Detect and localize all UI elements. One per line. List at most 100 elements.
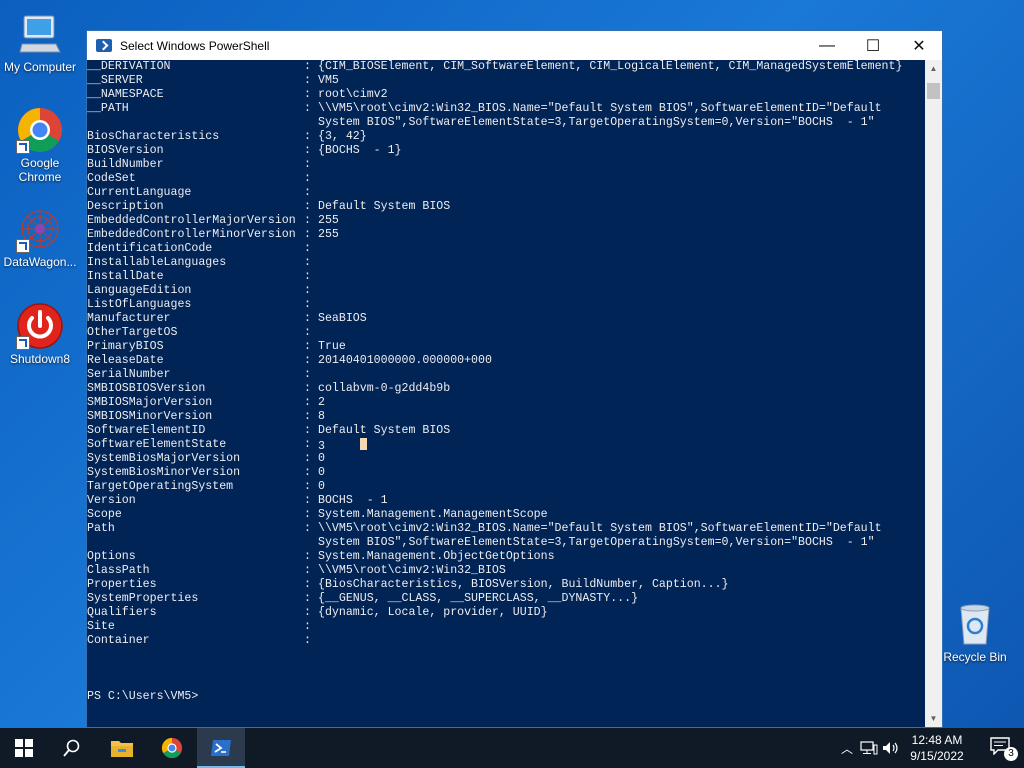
property-separator: : — [304, 452, 311, 465]
property-value: \\VM5\root\cimv2:Win32_BIOS — [318, 564, 925, 578]
property-value-text: 255 — [318, 214, 339, 227]
property-separator: : — [304, 382, 311, 395]
property-separator: : — [304, 284, 311, 297]
desktop-icon-my-computer[interactable]: My Computer — [0, 10, 80, 74]
scrollbar-thumb[interactable] — [927, 83, 940, 99]
start-button[interactable] — [0, 728, 48, 768]
console-line: OtherTargetOS: — [87, 326, 925, 340]
property-value — [318, 172, 925, 186]
clock[interactable]: 12:48 AM 9/15/2022 — [902, 732, 972, 764]
command-prompt[interactable]: PS C:\Users\VM5> — [87, 690, 925, 704]
console-line: __NAMESPACE: root\cimv2 — [87, 88, 925, 102]
taskbar-file-explorer[interactable] — [98, 728, 146, 768]
property-value — [318, 634, 925, 648]
search-button[interactable] — [48, 728, 96, 768]
property-name: SoftwareElementID — [87, 424, 206, 437]
taskbar-powershell[interactable] — [197, 728, 245, 768]
property-name: ClassPath — [87, 564, 150, 577]
property-value: Default System BIOS — [318, 200, 925, 214]
vertical-scrollbar[interactable]: ▲ ▼ — [925, 60, 942, 727]
property-name: SystemBiosMinorVersion — [87, 466, 241, 479]
property-separator: : — [304, 214, 311, 227]
title-bar[interactable]: Select Windows PowerShell — ☐ ✕ — [87, 31, 942, 60]
close-button[interactable]: ✕ — [896, 31, 942, 60]
console-line: Options: System.Management.ObjectGetOptio… — [87, 550, 925, 564]
property-value-text: \\VM5\root\cimv2:Win32_BIOS.Name="Defaul… — [318, 522, 882, 535]
property-name: ListOfLanguages — [87, 298, 192, 311]
property-value: {dynamic, Locale, provider, UUID} — [318, 606, 925, 620]
console-line: Description: Default System BIOS — [87, 200, 925, 214]
console-line: SMBIOSMajorVersion:2 — [87, 396, 925, 410]
property-value: 0 — [318, 452, 925, 466]
power-icon — [16, 302, 64, 350]
network-icon[interactable] — [860, 741, 878, 755]
property-value: 2 — [318, 396, 925, 410]
property-name: SerialNumber — [87, 368, 171, 381]
windows-start-icon — [15, 739, 33, 757]
property-value: 0 — [318, 480, 925, 494]
property-value-text: Default System BIOS — [318, 200, 451, 213]
property-separator: : — [304, 200, 311, 213]
property-name: LanguageEdition — [87, 284, 192, 297]
console-line: SoftwareElementID: Default System BIOS — [87, 424, 925, 438]
computer-icon — [16, 10, 64, 58]
desktop-icon-datawagon[interactable]: DataWagon... — [0, 205, 80, 269]
console-line: PrimaryBIOS: True — [87, 340, 925, 354]
scroll-up-arrow-icon[interactable]: ▲ — [925, 60, 942, 77]
property-value-text: System BIOS",SoftwareElementState=3,Targ… — [318, 536, 875, 549]
property-name — [87, 536, 304, 550]
console-line: InstallableLanguages: — [87, 256, 925, 270]
minimize-button[interactable]: — — [804, 31, 850, 60]
property-value: {BiosCharacteristics, BIOSVersion, Build… — [318, 578, 925, 592]
maximize-button[interactable]: ☐ — [850, 31, 896, 60]
property-separator: : — [304, 74, 311, 87]
desktop-icon-label: Recycle Bin — [943, 650, 1007, 664]
scroll-down-arrow-icon[interactable]: ▼ — [925, 710, 942, 727]
desktop-icon-shutdown8[interactable]: Shutdown8 — [0, 302, 80, 366]
shortcut-arrow-icon — [16, 239, 30, 253]
property-value — [318, 620, 925, 634]
property-name: CodeSet — [87, 172, 136, 185]
show-hidden-icons-chevron-icon[interactable]: ︿ — [838, 740, 856, 757]
taskbar-chrome[interactable] — [148, 728, 196, 768]
property-separator: : — [304, 522, 311, 535]
property-name: OtherTargetOS — [87, 326, 178, 339]
property-name: SMBIOSMinorVersion — [87, 410, 213, 423]
property-value: SeaBIOS — [318, 312, 925, 326]
property-name: Container — [87, 634, 150, 647]
property-separator: : — [304, 592, 311, 605]
property-separator: : — [304, 158, 311, 171]
property-value-text: 0 — [318, 452, 325, 465]
console-line: Scope: System.Management.ManagementScope — [87, 508, 925, 522]
property-value: collabvm-0-g2dd4b9b — [318, 382, 925, 396]
property-value: 8 — [318, 410, 925, 424]
action-center-button[interactable]: 3 — [990, 737, 1018, 761]
desktop-icon-google-chrome[interactable]: Google Chrome — [0, 106, 80, 184]
property-value: 0 — [318, 466, 925, 480]
property-name: EmbeddedControllerMinorVersion — [87, 228, 296, 241]
console-line: LanguageEdition: — [87, 284, 925, 298]
property-separator: : — [304, 564, 311, 577]
console-line: ClassPath: \\VM5\root\cimv2:Win32_BIOS — [87, 564, 925, 578]
volume-icon[interactable] — [882, 741, 900, 755]
property-name: InstallDate — [87, 270, 164, 283]
property-value-text: 0 — [318, 466, 325, 479]
console-line: SystemProperties: {__GENUS, __CLASS, __SU… — [87, 592, 925, 606]
property-name: BIOSVersion — [87, 144, 164, 157]
property-separator: : — [304, 256, 311, 269]
desktop-icon-recycle-bin[interactable]: Recycle Bin — [935, 600, 1015, 664]
property-value — [318, 242, 925, 256]
console-output[interactable]: __DERIVATION: {CIM_BIOSElement, CIM_Softw… — [87, 60, 925, 727]
shortcut-arrow-icon — [16, 140, 30, 154]
property-name: IdentificationCode — [87, 242, 213, 255]
property-value-text: 255 — [318, 228, 339, 241]
chrome-icon — [16, 106, 64, 154]
property-value-text: {3, 42} — [318, 130, 367, 143]
property-separator: : — [304, 326, 311, 339]
console-line: BIOSVersion: {BOCHS - 1} — [87, 144, 925, 158]
console-line: SystemBiosMinorVersion:0 — [87, 466, 925, 480]
property-name: Path — [87, 522, 115, 535]
console-line: __SERVER: VM5 — [87, 74, 925, 88]
console-line: CodeSet: — [87, 172, 925, 186]
notification-count-badge: 3 — [1004, 747, 1018, 761]
